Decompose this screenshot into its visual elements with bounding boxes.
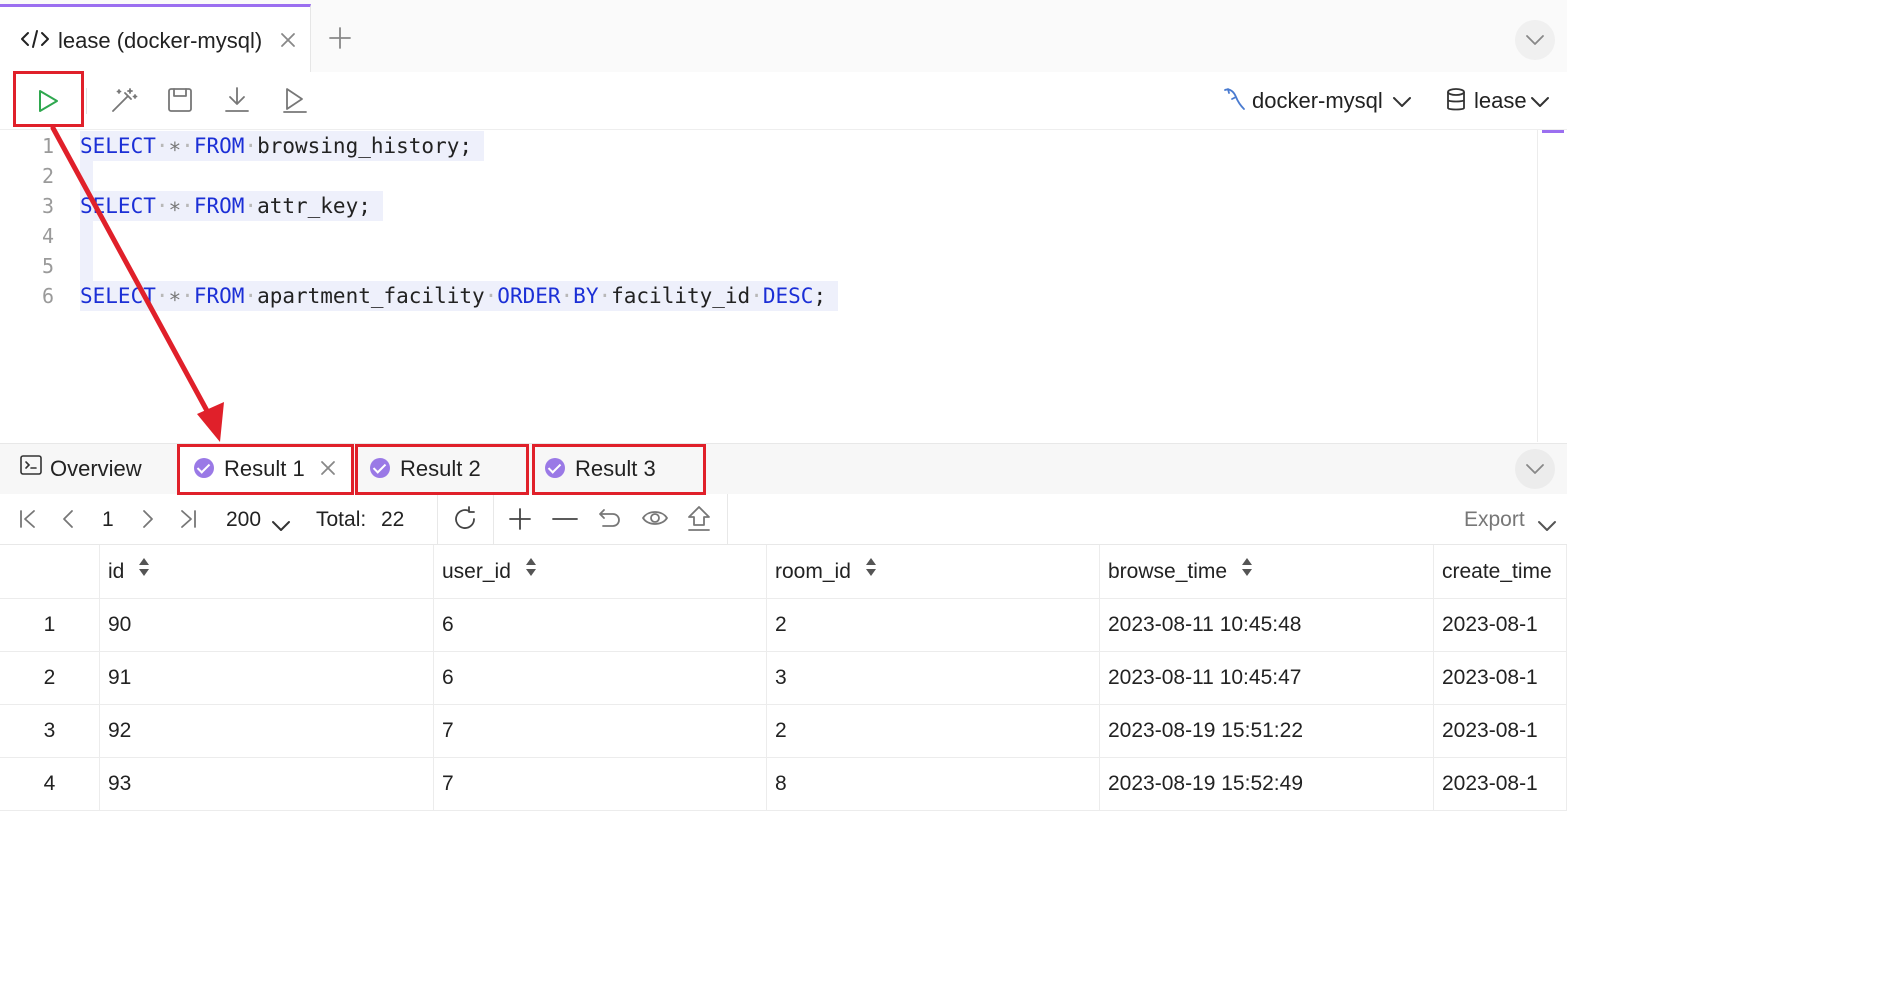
sql-editor-app: lease (docker-mysql) docker-mysql lease … — [0, 0, 1567, 818]
annotation-arrow — [50, 125, 224, 442]
